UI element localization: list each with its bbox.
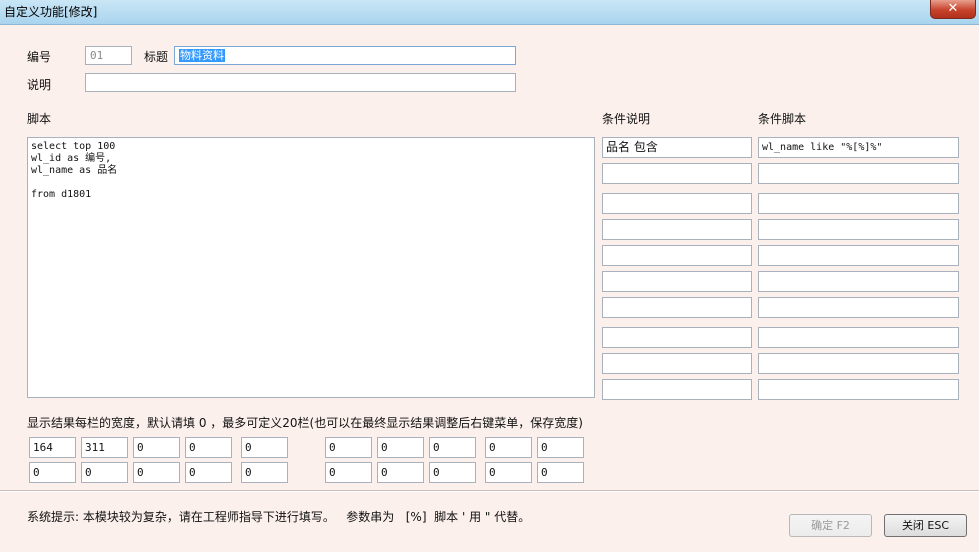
condition-script-field[interactable] bbox=[758, 327, 959, 348]
description-field[interactable] bbox=[85, 73, 516, 92]
column-width-field[interactable]: 0 bbox=[485, 462, 532, 483]
script-textarea[interactable]: select top 100 wl_id as 编号, wl_name as 品… bbox=[27, 137, 595, 398]
column-width-field[interactable]: 0 bbox=[133, 462, 180, 483]
condition-desc-field[interactable] bbox=[602, 193, 752, 214]
footer-divider bbox=[0, 490, 979, 492]
condition-script-field[interactable] bbox=[758, 353, 959, 374]
condition-script-field[interactable] bbox=[758, 271, 959, 292]
column-width-field[interactable]: 0 bbox=[241, 462, 288, 483]
column-width-field[interactable]: 0 bbox=[325, 462, 372, 483]
column-width-field[interactable]: 0 bbox=[537, 462, 584, 483]
title-label: 标题 bbox=[144, 50, 169, 64]
system-hint: 系统提示: 本模块较为复杂，请在工程师指导下进行填写。 参数串为 [%] 脚本 … bbox=[27, 510, 531, 524]
condition-script-field[interactable] bbox=[758, 163, 959, 184]
confirm-button[interactable]: 确定 F2 bbox=[789, 514, 872, 537]
column-width-field[interactable]: 0 bbox=[537, 437, 584, 458]
title-value: 物料资料 bbox=[179, 49, 225, 62]
column-width-field[interactable]: 0 bbox=[185, 437, 232, 458]
column-width-field[interactable]: 0 bbox=[81, 462, 128, 483]
column-width-field[interactable]: 164 bbox=[29, 437, 76, 458]
condition-desc-field[interactable] bbox=[602, 271, 752, 292]
condition-script-field[interactable] bbox=[758, 379, 959, 400]
column-width-field[interactable]: 0 bbox=[325, 437, 372, 458]
condition-desc-field[interactable] bbox=[602, 245, 752, 266]
column-width-field[interactable]: 311 bbox=[81, 437, 128, 458]
condition-desc-header: 条件说明 bbox=[602, 112, 651, 126]
column-width-field[interactable]: 0 bbox=[485, 437, 532, 458]
condition-script-field[interactable]: wl_name like "%[%]%" bbox=[758, 137, 959, 158]
column-width-label: 显示结果每栏的宽度，默认请填 0 ，最多可定义20栏(也可以在最终显示结果调整后… bbox=[27, 416, 583, 430]
column-width-field[interactable]: 0 bbox=[241, 437, 288, 458]
column-width-field[interactable]: 0 bbox=[185, 462, 232, 483]
condition-desc-field[interactable] bbox=[602, 379, 752, 400]
window-title: 自定义功能[修改] bbox=[4, 5, 98, 19]
column-width-field[interactable]: 0 bbox=[377, 462, 424, 483]
condition-script-field[interactable] bbox=[758, 245, 959, 266]
condition-desc-field[interactable] bbox=[602, 353, 752, 374]
condition-desc-field[interactable] bbox=[602, 219, 752, 240]
number-field[interactable]: 01 bbox=[85, 46, 132, 65]
condition-script-field[interactable] bbox=[758, 193, 959, 214]
condition-desc-field[interactable] bbox=[602, 327, 752, 348]
column-width-field[interactable]: 0 bbox=[377, 437, 424, 458]
description-label: 说明 bbox=[27, 78, 52, 92]
column-width-field[interactable]: 0 bbox=[429, 437, 476, 458]
number-label: 编号 bbox=[27, 50, 52, 64]
condition-desc-field[interactable] bbox=[602, 163, 752, 184]
condition-script-field[interactable] bbox=[758, 297, 959, 318]
condition-script-header: 条件脚本 bbox=[758, 112, 807, 126]
condition-desc-field[interactable] bbox=[602, 297, 752, 318]
column-width-field[interactable]: 0 bbox=[133, 437, 180, 458]
close-button[interactable]: 关闭 ESC bbox=[884, 514, 967, 537]
condition-script-field[interactable] bbox=[758, 219, 959, 240]
title-bar: 自定义功能[修改] ✕ bbox=[0, 0, 979, 25]
script-label: 脚本 bbox=[27, 112, 52, 126]
column-width-field[interactable]: 0 bbox=[429, 462, 476, 483]
column-width-field[interactable]: 0 bbox=[29, 462, 76, 483]
window-close-button[interactable]: ✕ bbox=[930, 0, 976, 19]
title-field[interactable]: 物料资料 bbox=[174, 46, 516, 65]
condition-desc-field[interactable]: 品名 包含 bbox=[602, 137, 752, 158]
